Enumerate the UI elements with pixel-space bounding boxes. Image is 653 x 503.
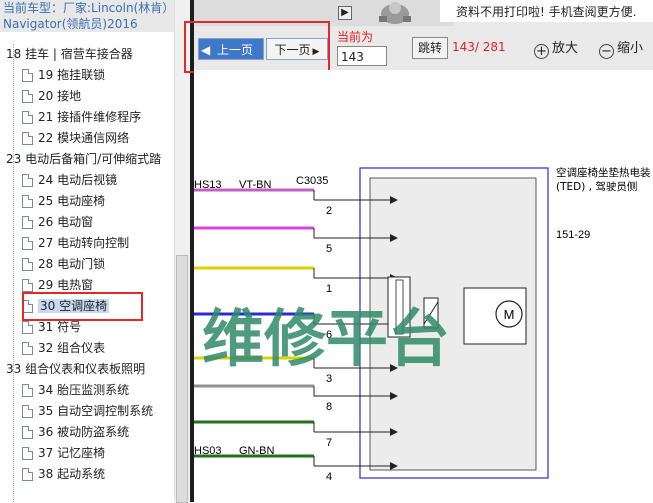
doc-icon	[22, 342, 33, 355]
tree-group-5[interactable]: 23 电动后备箱门/可伸缩式踏	[6, 149, 161, 169]
tree-item-label: 28 电动门锁	[38, 257, 106, 271]
doc-icon	[22, 468, 33, 481]
tree-item-label: 34 胎压监测系统	[38, 383, 130, 397]
car-label: 当前车型：	[3, 1, 64, 15]
tree-item-label: 23 电动后备箱门/可伸缩式踏	[6, 152, 162, 166]
tree-item-2[interactable]: 20 接地	[22, 86, 81, 106]
wire-top-code: HS13	[194, 179, 222, 191]
pin-label: 8	[326, 401, 332, 413]
sidebar-scrollbar-thumb[interactable]	[176, 255, 188, 503]
doc-icon	[22, 321, 33, 334]
connector-label: C3035	[296, 175, 328, 187]
component-title: 空调座椅坐垫热电装	[556, 166, 651, 179]
zoom-in-icon: +	[534, 44, 549, 59]
page-number-input[interactable]: 143	[337, 46, 387, 66]
doc-icon	[22, 279, 33, 292]
doc-icon	[22, 426, 33, 439]
doc-icon	[22, 195, 33, 208]
component-sub: (TED) , 驾驶员侧	[556, 180, 637, 193]
motor-label: M	[504, 307, 515, 322]
doc-icon	[22, 384, 33, 397]
tree-item-9[interactable]: 27 电动转向控制	[22, 233, 129, 253]
tree-item-label: 29 电热窗	[38, 278, 94, 292]
nav-highlight-frame	[184, 21, 330, 73]
tree-item-label: 31 符号	[38, 320, 82, 334]
tree-item-label: 25 电动座椅	[38, 194, 106, 208]
doc-icon	[22, 69, 33, 82]
wire-top-color: VT-BN	[239, 179, 271, 191]
mascot-icon	[365, 0, 425, 26]
page-count: 143/ 281	[452, 40, 506, 54]
pin-label: 5	[326, 243, 332, 255]
doc-icon	[22, 90, 33, 103]
pin-label: 2	[326, 205, 332, 217]
wire-bottom-code: HS03	[194, 445, 222, 457]
tree-group-0[interactable]: 18 挂车 | 宿营车接合器	[6, 44, 133, 64]
doc-icon	[22, 174, 33, 187]
tree-item-label: 36 被动防盗系统	[38, 425, 130, 439]
zoom-out-label: 缩小	[617, 41, 644, 56]
tree-item-label: 27 电动转向控制	[38, 236, 130, 250]
tree-item-7[interactable]: 25 电动座椅	[22, 191, 105, 211]
tree-item-20[interactable]: 38 起动系统	[22, 464, 105, 484]
zoom-out-icon: −	[599, 44, 614, 59]
tree-item-18[interactable]: 36 被动防盗系统	[22, 422, 129, 442]
pin-label: 7	[326, 437, 332, 449]
tree-item-label: 21 接插件维修程序	[38, 110, 142, 124]
doc-icon	[22, 216, 33, 229]
tree-item-label: 35 自动空调控制系统	[38, 404, 154, 418]
zoom-out-button[interactable]: − 缩小	[599, 38, 643, 60]
pin-label: 4	[326, 471, 332, 483]
current-car-header: 当前车型：厂家:Lincoln(林肯）Navigator(领航员)2016	[0, 0, 192, 32]
wire-bottom-color: GN-BN	[239, 445, 275, 457]
doc-icon	[22, 111, 33, 124]
component-ref: 151-29	[556, 229, 590, 241]
sidebar: 当前车型：厂家:Lincoln(林肯）Navigator(领航员)2016 18…	[0, 0, 192, 502]
zoom-in-label: 放大	[552, 41, 579, 56]
selected-item-frame	[22, 292, 143, 321]
watermark: 维修平台	[202, 302, 450, 375]
tree-item-19[interactable]: 37 记忆座椅	[22, 443, 105, 463]
collapse-icon[interactable]: ▶	[338, 6, 352, 20]
doc-icon	[22, 258, 33, 271]
pin-label: 1	[326, 283, 332, 295]
wiring-diagram[interactable]: 25163874 M HS13 VT-BN C3035 HS03 GN-BN 空…	[194, 70, 653, 502]
tree-item-label: 38 起动系统	[38, 467, 106, 481]
zoom-in-button[interactable]: + 放大	[534, 38, 578, 60]
doc-icon	[22, 405, 33, 418]
tree-item-1[interactable]: 19 拖挂联锁	[22, 65, 105, 85]
tree-item-3[interactable]: 21 接插件维修程序	[22, 107, 141, 127]
tree-item-17[interactable]: 35 自动空调控制系统	[22, 401, 153, 421]
tree-item-8[interactable]: 26 电动窗	[22, 212, 93, 232]
tree-item-6[interactable]: 24 电动后视镜	[22, 170, 117, 190]
tree-item-4[interactable]: 22 模块通信网络	[22, 128, 129, 148]
ad-text[interactable]: 资料不用打印啦! 手机查阅更方便.	[456, 3, 636, 20]
wiring-diagram-svg: 25163874 M HS13 VT-BN C3035 HS03 GN-BN 空…	[194, 166, 651, 483]
doc-icon	[22, 237, 33, 250]
tree-item-label: 22 模块通信网络	[38, 131, 130, 145]
tree-item-10[interactable]: 28 电动门锁	[22, 254, 105, 274]
tree-item-label: 24 电动后视镜	[38, 173, 118, 187]
tree-item-label: 20 接地	[38, 89, 82, 103]
tree-guide-line	[13, 44, 15, 502]
tree-item-label: 18 挂车 | 宿营车接合器	[6, 47, 133, 61]
tree-item-14[interactable]: 32 组合仪表	[22, 338, 105, 358]
tree-item-label: 37 记忆座椅	[38, 446, 106, 460]
tree-item-label: 33 组合仪表和仪表板照明	[6, 362, 146, 376]
tree-item-16[interactable]: 34 胎压监测系统	[22, 380, 129, 400]
tree-item-label: 19 拖挂联锁	[38, 68, 106, 82]
jump-button[interactable]: 跳转	[412, 37, 448, 59]
doc-icon	[22, 132, 33, 145]
tree-group-15[interactable]: 33 组合仪表和仪表板照明	[6, 359, 145, 379]
doc-icon	[22, 447, 33, 460]
tree-item-label: 32 组合仪表	[38, 341, 106, 355]
current-page-label: 当前为	[337, 30, 374, 44]
tree-item-label: 26 电动窗	[38, 215, 94, 229]
